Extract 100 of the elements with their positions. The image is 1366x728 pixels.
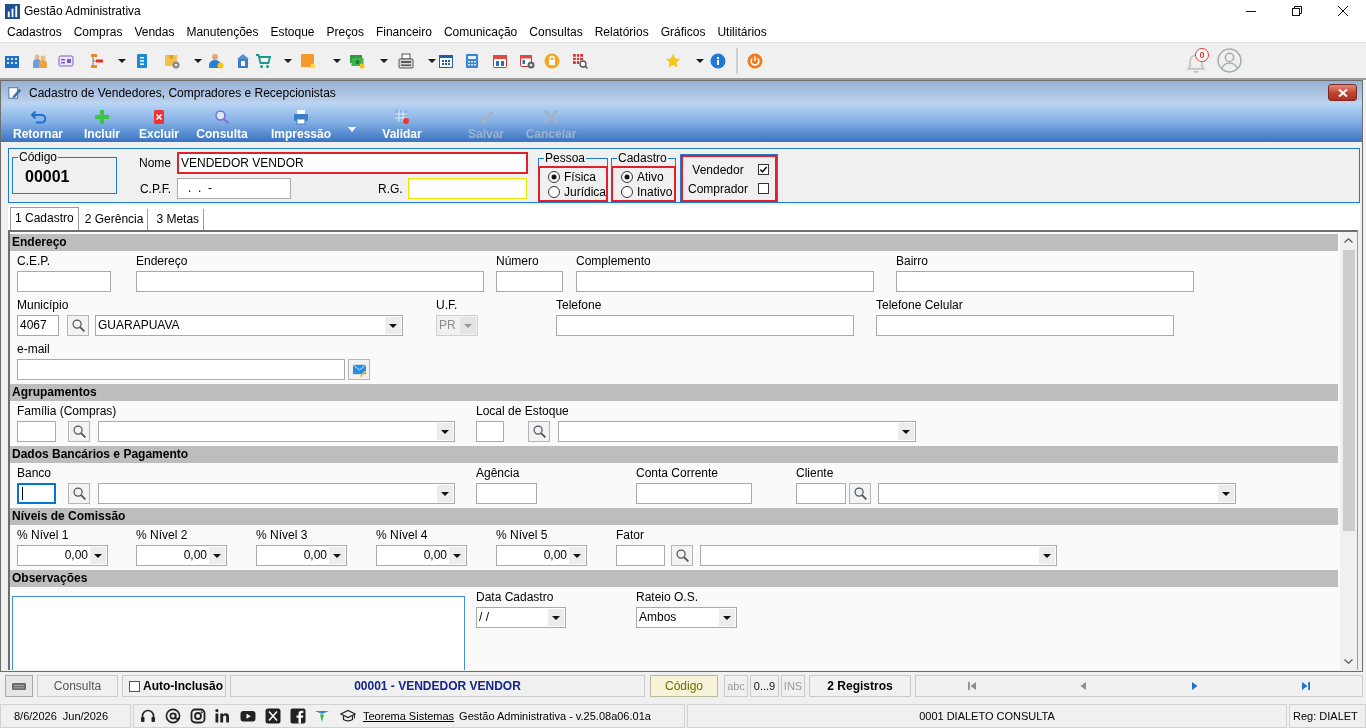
people-icon[interactable]	[32, 52, 48, 69]
menu-item[interactable]: Financeiro	[369, 23, 438, 41]
menu-item[interactable]: Manutenções	[180, 23, 265, 41]
company-link[interactable]: Teorema Sistemas	[363, 710, 455, 722]
caret-icon[interactable]	[333, 58, 341, 63]
arrow-up-icon[interactable]	[1344, 238, 1353, 243]
input-field[interactable]	[896, 271, 1194, 292]
menu-item[interactable]: Estoque	[264, 23, 321, 41]
document-icon[interactable]	[134, 52, 150, 69]
checkbox[interactable]	[758, 164, 769, 175]
input-field[interactable]	[17, 359, 345, 380]
calendar-icon[interactable]	[492, 52, 508, 69]
youtube-icon[interactable]	[240, 708, 256, 724]
search-button[interactable]: Consulta	[191, 104, 253, 142]
info-icon[interactable]	[710, 52, 726, 69]
dropdown-field[interactable]	[558, 421, 916, 442]
input-field[interactable]	[796, 483, 846, 504]
dropdown-field[interactable]: GUARAPUAVA	[95, 315, 403, 336]
caret-icon[interactable]	[284, 58, 292, 63]
caret-icon[interactable]	[194, 58, 202, 63]
last-icon[interactable]	[1301, 681, 1312, 691]
star-icon[interactable]	[665, 52, 681, 69]
print-button[interactable]: Impressão	[265, 104, 337, 142]
id-card-icon[interactable]	[58, 52, 74, 69]
banknote-icon[interactable]	[349, 52, 365, 69]
dropdown-field[interactable]: 0,00	[136, 545, 227, 566]
input-field[interactable]: 4067	[17, 315, 59, 336]
input-field[interactable]: . . -	[177, 178, 291, 199]
hierarchy-icon[interactable]	[88, 52, 104, 69]
caret-icon[interactable]	[380, 58, 388, 63]
menu-item[interactable]: Comunicação	[437, 23, 524, 41]
caret-icon[interactable]	[118, 58, 126, 63]
input-field[interactable]	[17, 483, 56, 504]
search-button[interactable]	[671, 545, 693, 566]
search-button[interactable]	[67, 315, 89, 336]
search-button[interactable]	[528, 421, 550, 442]
input-field[interactable]	[876, 315, 1174, 336]
input-field[interactable]	[556, 315, 854, 336]
dropdown-field[interactable]: 0,00	[256, 545, 347, 566]
dropdown-field[interactable]	[878, 483, 1236, 504]
input-field[interactable]	[476, 421, 504, 442]
x-logo-icon[interactable]	[265, 708, 281, 724]
menu-item[interactable]: Preços	[320, 23, 370, 41]
checkbox[interactable]	[129, 680, 140, 692]
validate-button[interactable]: Validar	[376, 104, 428, 142]
cart-icon[interactable]	[255, 52, 271, 69]
tab[interactable]: 1 Cadastro	[10, 207, 79, 230]
box-gear-icon[interactable]	[164, 52, 180, 69]
menu-item[interactable]: Vendas	[128, 23, 181, 41]
input-field[interactable]	[17, 421, 56, 442]
linkedin-icon[interactable]	[214, 708, 230, 724]
scrollbar-thumb[interactable]	[1342, 250, 1355, 531]
dropdown-field[interactable]: 0,00	[496, 545, 587, 566]
radio-button[interactable]	[621, 170, 633, 183]
restore-icon[interactable]	[1292, 6, 1302, 16]
caret-icon[interactable]	[696, 58, 704, 63]
scrollbar[interactable]	[1340, 232, 1357, 670]
search-button[interactable]	[68, 421, 90, 442]
menu-item[interactable]: Utilitários	[711, 23, 773, 41]
dropdown-field[interactable]: 0,00	[376, 545, 467, 566]
add-button[interactable]: Incluir	[78, 104, 126, 142]
search-button[interactable]	[849, 483, 871, 504]
radio-button[interactable]	[548, 170, 560, 183]
facebook-icon[interactable]	[290, 708, 306, 724]
menu-item[interactable]: Cadastros	[1, 23, 68, 41]
sort-order-button[interactable]: Código	[650, 675, 718, 697]
calculator-icon[interactable]	[464, 52, 480, 69]
grid-search-icon[interactable]	[572, 52, 588, 69]
email-button[interactable]	[348, 359, 370, 380]
dropdown-field[interactable]	[98, 483, 455, 504]
search-button[interactable]	[68, 483, 90, 504]
printer-icon[interactable]	[398, 52, 414, 69]
menu-item[interactable]: Relatórios	[588, 23, 655, 41]
input-field[interactable]	[17, 271, 111, 292]
checkbox[interactable]	[758, 183, 769, 194]
caret-icon[interactable]	[428, 58, 436, 63]
radio-button[interactable]	[548, 185, 560, 198]
at-sign-icon[interactable]	[165, 708, 181, 724]
dropdown-field[interactable]	[98, 421, 455, 442]
close-button[interactable]	[1328, 84, 1357, 101]
calendar-gear-icon[interactable]	[519, 52, 535, 69]
menu-item[interactable]: Gráficos	[654, 23, 712, 41]
input-field[interactable]	[616, 545, 665, 566]
input-field[interactable]: VENDEDOR VENDOR	[177, 152, 528, 174]
radio-button[interactable]	[621, 185, 633, 198]
menu-item[interactable]: Compras	[67, 23, 129, 41]
power-icon[interactable]	[747, 52, 763, 69]
headset-icon[interactable]	[140, 708, 156, 724]
menu-item[interactable]: Consultas	[523, 23, 589, 41]
person-coin-icon[interactable]	[208, 52, 224, 69]
dropdown-field[interactable]: Ambos	[636, 607, 737, 628]
dropdown-field[interactable]: 0,00	[17, 545, 108, 566]
dropdown-field[interactable]	[700, 545, 1057, 566]
input-field[interactable]	[476, 483, 537, 504]
input-field[interactable]	[576, 271, 874, 292]
close-icon[interactable]	[1338, 6, 1348, 16]
arrow-down-icon[interactable]	[1344, 659, 1353, 664]
keyboard-button[interactable]	[5, 675, 33, 697]
house-icon[interactable]	[235, 52, 251, 69]
graduation-cap-icon[interactable]	[340, 708, 356, 724]
